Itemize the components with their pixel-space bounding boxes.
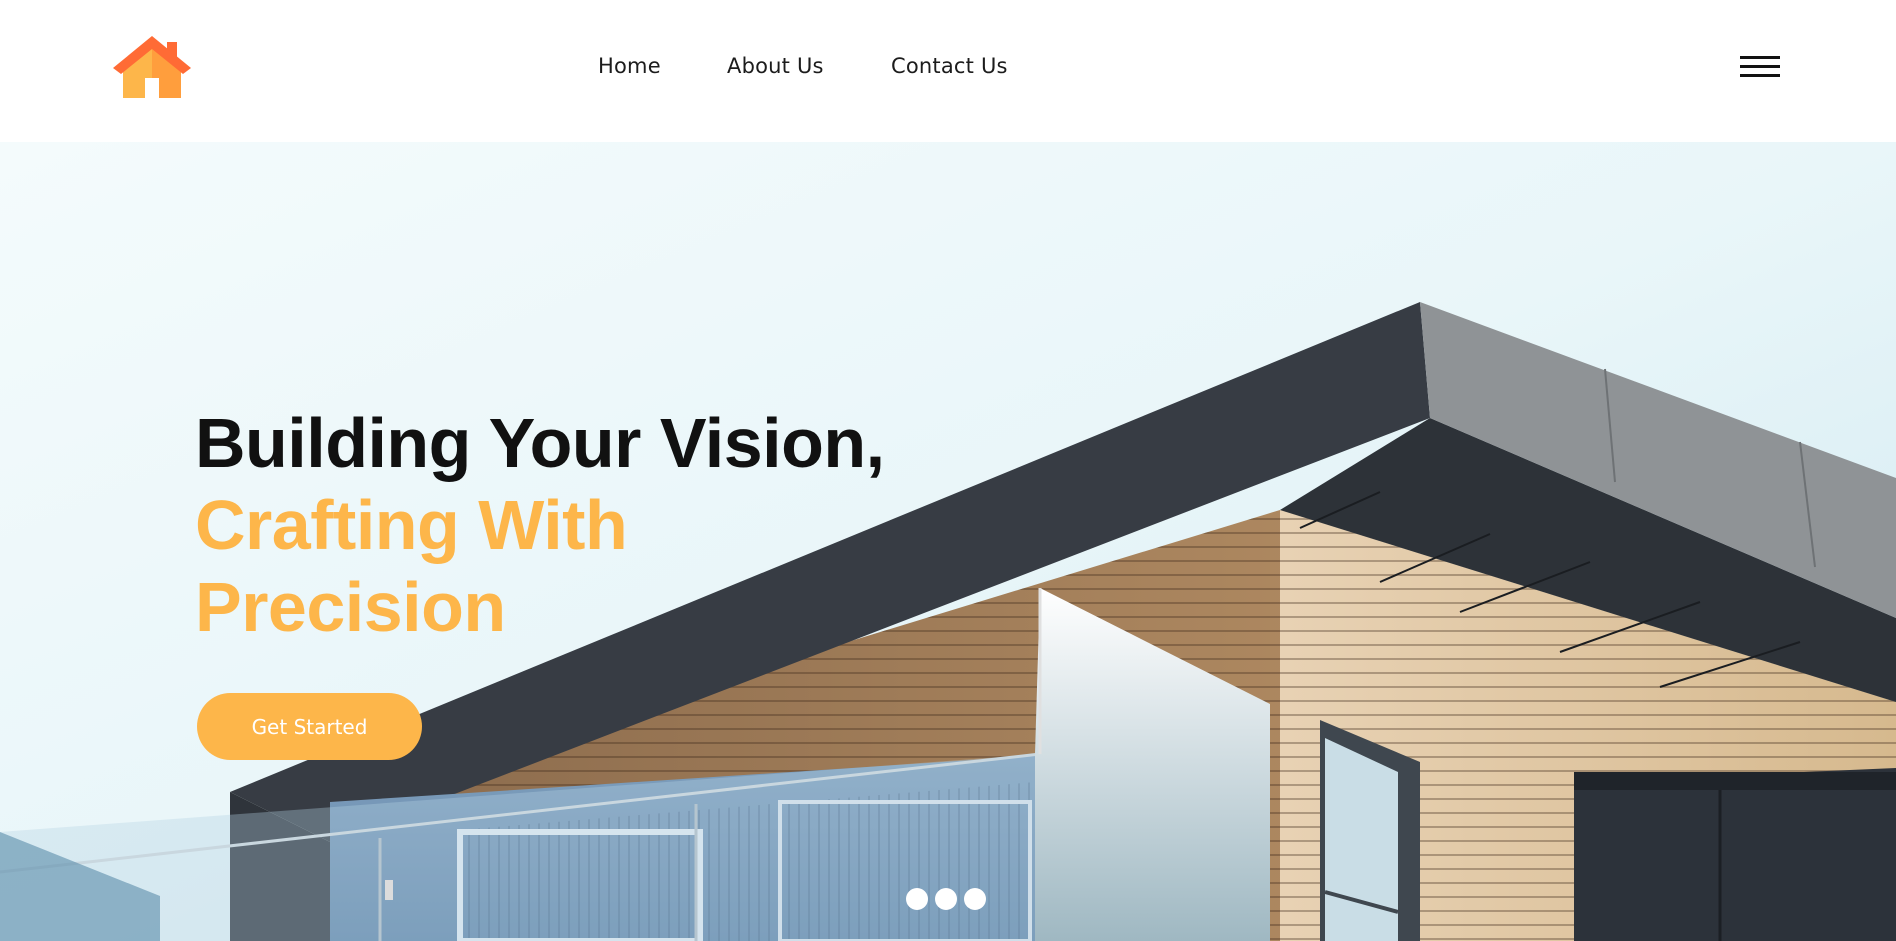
- hero-title-line-2: Crafting With: [195, 486, 628, 564]
- menu-line: [1740, 56, 1780, 59]
- slider-dot-3[interactable]: [964, 888, 986, 910]
- hero-title-line-1: Building Your Vision,: [195, 404, 885, 482]
- site-header: Home About Us Contact Us: [0, 0, 1896, 142]
- get-started-button[interactable]: Get Started: [197, 693, 422, 760]
- hero-title-line-3: Precision: [195, 568, 506, 646]
- page: Home About Us Contact Us Building Your V…: [0, 0, 1896, 941]
- slider-dot-1[interactable]: [906, 888, 928, 910]
- hero-title: Building Your Vision, Crafting With Prec…: [195, 402, 885, 648]
- hamburger-menu-icon[interactable]: [1740, 54, 1780, 80]
- menu-line: [1740, 65, 1780, 68]
- menu-line: [1740, 74, 1780, 77]
- house-icon[interactable]: [113, 34, 191, 100]
- hero-section: Building Your Vision, Crafting With Prec…: [0, 142, 1896, 941]
- nav-home-link[interactable]: Home: [598, 54, 661, 78]
- nav-contact-link[interactable]: Contact Us: [891, 54, 1008, 78]
- nav-about-link[interactable]: About Us: [727, 54, 824, 78]
- slider-dot-2[interactable]: [935, 888, 957, 910]
